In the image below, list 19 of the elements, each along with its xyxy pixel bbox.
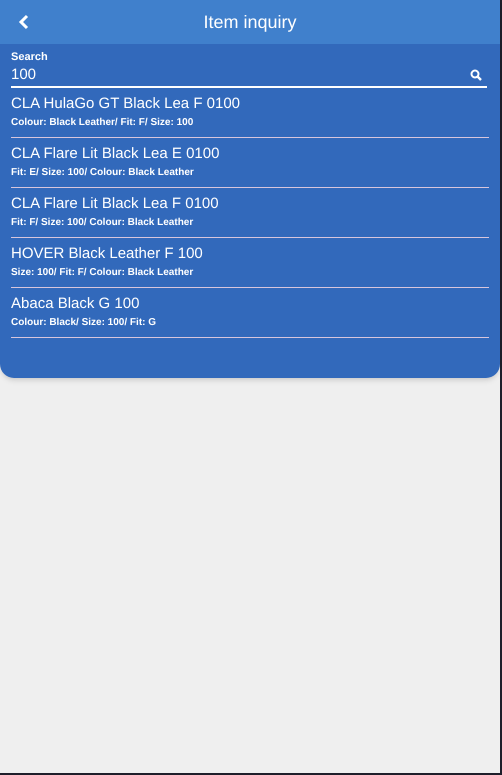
window-title: Item inquiry xyxy=(203,10,297,34)
item-details: Size: 100/ Fit: F/ Colour: Black Leather xyxy=(11,266,194,280)
search-label: Search xyxy=(11,50,49,64)
item-name: CLA HulaGo GT Black Lea F 0100 xyxy=(11,94,242,114)
item-details: Colour: Black Leather/ Fit: F/ Size: 100 xyxy=(11,116,194,130)
result-item[interactable]: HOVER Black Leather F 100 Size: 100/ Fit: F/ Colour: Black Leather xyxy=(11,238,489,288)
item-details: Fit: E/ Size: 100/ Colour: Black Leather xyxy=(11,166,195,180)
result-item[interactable]: CLA Flare Lit Black Lea E 0100 Fit: E/ Size: 100/ Colour: Black Leather xyxy=(11,138,489,188)
item-name: CLA Flare Lit Black Lea F 0100 xyxy=(11,194,220,214)
item-name: HOVER Black Leather F 100 xyxy=(11,244,204,264)
result-item[interactable]: CLA Flare Lit Black Lea F 0100 Fit: F/ Size: 100/ Colour: Black Leather xyxy=(11,188,489,238)
item-name: Abaca Black G 100 xyxy=(11,294,140,314)
result-item[interactable]: Abaca Black G 100 Colour: Black/ Size: 100/ Fit: G xyxy=(11,288,489,338)
search-icon[interactable] xyxy=(470,69,482,81)
back-icon xyxy=(18,14,30,30)
result-item[interactable]: CLA HulaGo GT Black Lea F 0100 Colour: Black Leather/ Fit: F/ Size: 100 xyxy=(11,88,489,138)
item-details: Fit: F/ Size: 100/ Colour: Black Leather xyxy=(11,216,194,230)
item-details: Colour: Black/ Size: 100/ Fit: G xyxy=(11,316,158,330)
item-name: CLA Flare Lit Black Lea E 0100 xyxy=(11,144,220,164)
